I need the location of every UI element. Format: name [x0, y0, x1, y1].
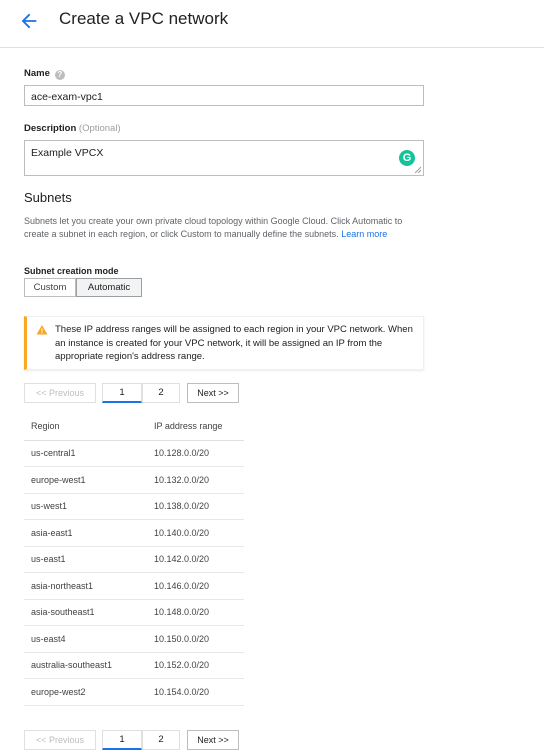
- region-cell: australia-southeast1: [24, 652, 147, 679]
- page-1-button-bottom[interactable]: 1: [102, 730, 142, 750]
- region-cell: us-west1: [24, 493, 147, 520]
- next-page-button-bottom[interactable]: Next >>: [187, 730, 239, 750]
- subnets-description: Subnets let you create your own private …: [24, 215, 409, 241]
- region-cell: us-east4: [24, 625, 147, 653]
- page-title: Create a VPC network: [59, 9, 229, 28]
- automatic-mode-button[interactable]: Automatic: [76, 278, 142, 297]
- table-row: europe-west1 10.132.0.0/20: [24, 466, 244, 494]
- page-2-button-bottom[interactable]: 2: [142, 730, 180, 750]
- optional-tag: (Optional): [78, 123, 121, 134]
- warning-icon: [36, 325, 48, 335]
- region-cell: us-east1: [24, 546, 147, 573]
- table-row: asia-east1 10.140.0.0/20: [24, 519, 244, 547]
- ip-range-cell: 10.132.0.0/20: [147, 466, 244, 494]
- ip-range-cell: 10.146.0.0/20: [147, 572, 244, 600]
- region-cell: europe-west1: [24, 466, 147, 494]
- description-label: Description (Optional): [24, 123, 121, 134]
- previous-page-button[interactable]: << Previous: [24, 383, 96, 403]
- table-row: asia-southeast1 10.148.0.0/20: [24, 599, 244, 626]
- description-label-text: Description: [24, 123, 77, 134]
- back-arrow-icon[interactable]: [18, 10, 40, 32]
- ip-range-cell: 10.140.0.0/20: [147, 519, 244, 547]
- ip-range-cell: 10.138.0.0/20: [147, 493, 244, 520]
- learn-more-link[interactable]: Learn more: [341, 229, 387, 239]
- table-row: asia-northeast1 10.146.0.0/20: [24, 572, 244, 600]
- name-label: Name?: [24, 68, 65, 80]
- description-textarea[interactable]: Example VPCX G: [24, 140, 424, 176]
- next-page-button[interactable]: Next >>: [187, 383, 239, 403]
- grammarly-icon[interactable]: G: [399, 150, 415, 166]
- ip-range-cell: 10.128.0.0/20: [147, 440, 244, 467]
- table-row: europe-west2 10.154.0.0/20: [24, 678, 244, 706]
- notice-text: These IP address ranges will be assigned…: [55, 324, 413, 362]
- region-cell: europe-west2: [24, 678, 147, 706]
- table-row: us-east4 10.150.0.0/20: [24, 625, 244, 653]
- table-row: australia-southeast1 10.152.0.0/20: [24, 652, 244, 679]
- region-cell: asia-northeast1: [24, 572, 147, 600]
- table-header-row: Region IP address range: [24, 412, 244, 441]
- ip-range-cell: 10.142.0.0/20: [147, 546, 244, 573]
- ip-range-cell: 10.152.0.0/20: [147, 652, 244, 679]
- table-row: us-west1 10.138.0.0/20: [24, 493, 244, 520]
- page-1-button[interactable]: 1: [102, 383, 142, 403]
- previous-page-button-bottom[interactable]: << Previous: [24, 730, 96, 750]
- column-header-region: Region: [24, 412, 147, 441]
- page-header: Create a VPC network: [0, 0, 544, 48]
- help-icon[interactable]: ?: [54, 70, 65, 80]
- name-input-value: ace-exam-vpc1: [31, 91, 103, 103]
- table-row: us-east1 10.142.0.0/20: [24, 546, 244, 573]
- region-cell: us-central1: [24, 440, 147, 467]
- ip-range-cell: 10.154.0.0/20: [147, 678, 244, 706]
- page-2-button[interactable]: 2: [142, 383, 180, 403]
- ip-range-notice: These IP address ranges will be assigned…: [24, 316, 424, 370]
- custom-mode-button[interactable]: Custom: [24, 278, 76, 297]
- subnets-heading: Subnets: [24, 190, 72, 205]
- column-header-ip-range: IP address range: [147, 412, 244, 441]
- name-input[interactable]: ace-exam-vpc1: [24, 85, 424, 106]
- resize-grip-icon[interactable]: [414, 166, 421, 173]
- description-value: Example VPCX: [31, 147, 104, 159]
- name-label-text: Name: [24, 68, 50, 79]
- ip-range-cell: 10.150.0.0/20: [147, 625, 244, 653]
- ip-range-cell: 10.148.0.0/20: [147, 599, 244, 626]
- subnet-table: Region IP address range us-central1 10.12…: [24, 412, 244, 706]
- table-row: us-central1 10.128.0.0/20: [24, 440, 244, 467]
- region-cell: asia-southeast1: [24, 599, 147, 626]
- subnet-mode-label: Subnet creation mode: [24, 266, 119, 276]
- region-cell: asia-east1: [24, 519, 147, 547]
